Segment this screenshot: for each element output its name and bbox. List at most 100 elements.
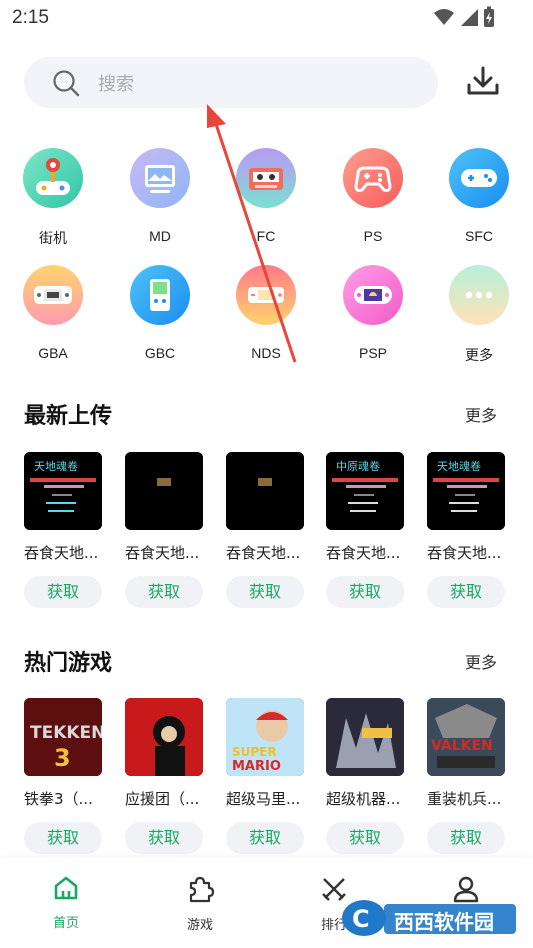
- get-button[interactable]: 获取: [24, 576, 102, 608]
- more-dots-icon: [449, 265, 509, 325]
- sfc-gamepad-icon: [449, 148, 509, 208]
- game-card[interactable]: 吞食天地... 获取: [226, 452, 304, 608]
- game-thumbnail: 中原魂卷: [326, 452, 404, 530]
- gbc-handheld-icon: [130, 265, 190, 325]
- nav-games[interactable]: 游戏: [160, 874, 240, 933]
- platform-fc[interactable]: FC: [216, 148, 316, 244]
- game-thumbnail: [326, 698, 404, 776]
- signal-icon: [461, 9, 478, 26]
- game-title: 重装机兵...: [427, 790, 502, 808]
- section-title-popular: 热门游戏: [24, 651, 113, 676]
- svg-text:VALKEN: VALKEN: [431, 738, 493, 754]
- search-input[interactable]: 搜索: [24, 57, 438, 108]
- platform-label: SFC: [465, 228, 493, 244]
- gba-handheld-icon: [23, 265, 83, 325]
- status-bar: 2:15: [0, 0, 533, 36]
- watermark-text: 西西软件园: [394, 910, 494, 934]
- nav-home[interactable]: 首页: [26, 874, 106, 931]
- game-card[interactable]: 中原魂卷 吞食天地... 获取: [326, 452, 404, 608]
- home-icon: [54, 876, 78, 900]
- game-thumbnail: TEKKEN 3: [24, 698, 102, 776]
- platform-gbc[interactable]: GBC: [110, 265, 210, 361]
- svg-text:天地魂卷: 天地魂卷: [34, 459, 78, 473]
- get-button[interactable]: 获取: [226, 576, 304, 608]
- platform-arcade[interactable]: 街机: [3, 148, 103, 248]
- get-button[interactable]: 获取: [125, 576, 203, 608]
- platform-sfc[interactable]: SFC: [429, 148, 529, 244]
- psp-handheld-icon: [343, 265, 403, 325]
- game-title: 应援团（...: [125, 790, 200, 808]
- section-title-latest: 最新上传: [24, 404, 113, 429]
- fc-cartridge-icon: [236, 148, 296, 208]
- game-card[interactable]: 超级机器... 获取: [326, 698, 404, 854]
- game-title: 铁拳3（...: [24, 790, 93, 808]
- get-button[interactable]: 获取: [427, 576, 505, 608]
- md-monitor-icon: [130, 148, 190, 208]
- game-thumbnail: [125, 452, 203, 530]
- game-card[interactable]: SUPER MARIO 超级马里... 获取: [226, 698, 304, 854]
- game-thumbnail: VALKEN: [427, 698, 505, 776]
- get-button[interactable]: 获取: [326, 576, 404, 608]
- game-title: 吞食天地...: [326, 544, 401, 562]
- game-title: 吞食天地...: [24, 544, 99, 562]
- arcade-joystick-icon: [23, 148, 83, 208]
- svg-text:3: 3: [54, 744, 71, 772]
- game-thumbnail: SUPER MARIO: [226, 698, 304, 776]
- svg-text:C: C: [352, 905, 370, 933]
- get-button[interactable]: 获取: [326, 822, 404, 854]
- game-card[interactable]: 天地魂卷 吞食天地... 获取: [24, 452, 102, 608]
- platform-gba[interactable]: GBA: [3, 265, 103, 361]
- game-card[interactable]: 应援团（... 获取: [125, 698, 203, 854]
- game-thumbnail: 天地魂卷: [24, 452, 102, 530]
- game-thumbnail: 天地魂卷: [427, 452, 505, 530]
- popular-more-link[interactable]: 更多: [465, 649, 497, 673]
- nds-handheld-icon: [236, 265, 296, 325]
- puzzle-icon: [189, 876, 215, 903]
- download-icon[interactable]: [466, 65, 500, 97]
- game-card[interactable]: TEKKEN 3 铁拳3（... 获取: [24, 698, 102, 854]
- game-card[interactable]: 吞食天地... 获取: [125, 452, 203, 608]
- status-time: 2:15: [12, 7, 49, 28]
- get-button[interactable]: 获取: [427, 822, 505, 854]
- platform-label: GBA: [38, 345, 68, 361]
- watermark-logo: C 西西软件园: [338, 896, 518, 940]
- svg-text:MARIO: MARIO: [232, 759, 281, 774]
- svg-text:TEKKEN: TEKKEN: [30, 723, 102, 743]
- svg-text:天地魂卷: 天地魂卷: [437, 459, 481, 473]
- platform-label: GBC: [144, 345, 176, 361]
- battery-icon: [484, 6, 494, 27]
- platform-label: MD: [149, 228, 171, 244]
- platform-label: PSP: [358, 345, 387, 361]
- platform-label: 街机: [39, 230, 67, 246]
- nav-label: 游戏: [186, 918, 213, 933]
- search-placeholder: 搜索: [98, 74, 134, 95]
- get-button[interactable]: 获取: [226, 822, 304, 854]
- platform-label: PS: [363, 228, 383, 244]
- platform-label: FC: [256, 228, 276, 244]
- get-button[interactable]: 获取: [125, 822, 203, 854]
- status-icons: [433, 6, 495, 28]
- nav-label: 首页: [52, 916, 79, 931]
- platform-nds[interactable]: NDS: [216, 265, 316, 361]
- wifi-icon: [434, 9, 454, 25]
- platform-label: NDS: [251, 345, 281, 361]
- svg-text:中原魂卷: 中原魂卷: [336, 459, 380, 473]
- game-title: 超级机器...: [326, 790, 401, 808]
- game-thumbnail: [125, 698, 203, 776]
- game-thumbnail: [226, 452, 304, 530]
- game-title: 超级马里...: [226, 790, 301, 808]
- search-icon: [53, 70, 80, 97]
- platform-more[interactable]: 更多: [429, 265, 529, 365]
- ps-gamepad-icon: [343, 148, 403, 208]
- svg-text:SUPER: SUPER: [232, 745, 277, 759]
- platform-ps[interactable]: PS: [323, 148, 423, 244]
- game-title: 吞食天地...: [226, 544, 301, 562]
- latest-more-link[interactable]: 更多: [465, 402, 497, 426]
- platform-psp[interactable]: PSP: [323, 265, 423, 361]
- platform-label: 更多: [465, 347, 493, 363]
- game-title: 吞食天地...: [427, 544, 502, 562]
- platform-md[interactable]: MD: [110, 148, 210, 244]
- game-card[interactable]: 天地魂卷 吞食天地... 获取: [427, 452, 505, 608]
- game-card[interactable]: VALKEN 重装机兵... 获取: [427, 698, 505, 854]
- get-button[interactable]: 获取: [24, 822, 102, 854]
